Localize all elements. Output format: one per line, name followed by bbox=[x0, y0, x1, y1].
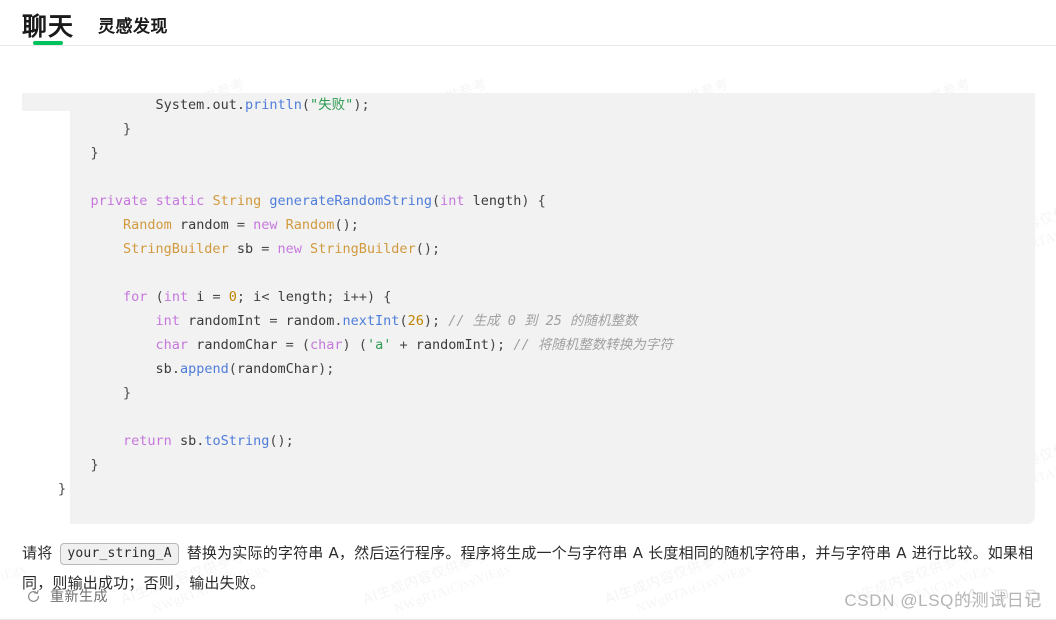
code-content[interactable]: System.out.println("失败"); } } private st… bbox=[22, 93, 1035, 501]
code-line: } bbox=[58, 457, 99, 473]
code-line: System.out.println("失败"); bbox=[155, 97, 370, 113]
code-line: } bbox=[58, 481, 67, 497]
code-line: char randomChar = (char) ('a' + randomIn… bbox=[155, 337, 673, 353]
regenerate-label: 重新生成 bbox=[50, 589, 108, 605]
code-line: } bbox=[58, 145, 99, 161]
copy-icon[interactable] bbox=[1024, 588, 1040, 604]
code-line: for (int i = 0; i< length; i++) { bbox=[123, 289, 392, 305]
code-line: } bbox=[58, 385, 132, 401]
inline-code-placeholder[interactable]: your_string_A bbox=[60, 543, 179, 565]
paragraph-prefix: 请将 bbox=[22, 544, 53, 562]
code-line: return sb.toString(); bbox=[123, 433, 294, 449]
code-line: int randomInt = random.nextInt(26); // 生… bbox=[155, 313, 638, 329]
tab-discover-label: 灵感发现 bbox=[98, 17, 169, 37]
regenerate-button[interactable]: 重新生成 bbox=[26, 586, 108, 606]
code-line: private static String generateRandomStri… bbox=[90, 193, 546, 209]
thumbs-up-icon[interactable] bbox=[964, 588, 980, 604]
app-header: 聊天 灵感发现 bbox=[0, 0, 1056, 46]
code-line: sb.append(randomChar); bbox=[155, 361, 335, 377]
message-actions bbox=[964, 588, 1040, 604]
thumbs-down-icon[interactable] bbox=[994, 588, 1010, 604]
tab-chat-label: 聊天 bbox=[22, 12, 75, 41]
left-gutter bbox=[0, 93, 22, 525]
code-line: } bbox=[58, 121, 132, 137]
code-line: StringBuilder sb = new StringBuilder(); bbox=[123, 241, 441, 257]
tab-active-indicator bbox=[33, 41, 63, 45]
refresh-icon bbox=[26, 589, 41, 604]
tab-chat[interactable]: 聊天 bbox=[10, 14, 86, 45]
code-line: Random random = new Random(); bbox=[123, 217, 359, 233]
tab-discover[interactable]: 灵感发现 bbox=[86, 19, 180, 45]
code-block[interactable]: System.out.println("失败"); } } private st… bbox=[22, 93, 1035, 524]
message-footer: 重新生成 bbox=[0, 572, 1056, 620]
